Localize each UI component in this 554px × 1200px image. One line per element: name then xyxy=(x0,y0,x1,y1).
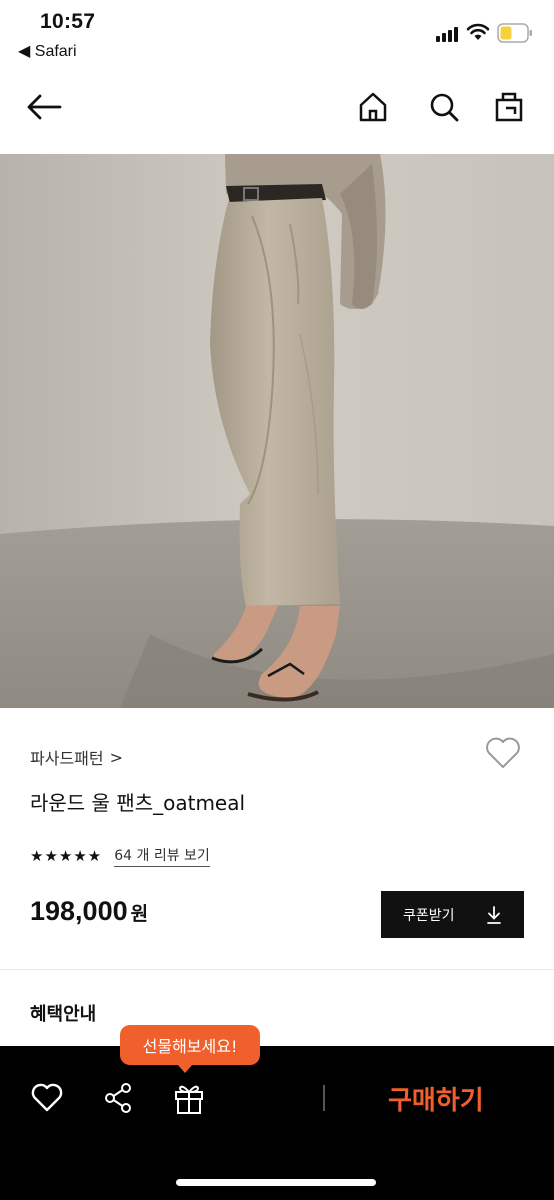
cellular-signal-icon xyxy=(436,26,462,42)
brand-name: 파사드패턴 xyxy=(30,749,104,768)
search-icon[interactable] xyxy=(426,89,462,125)
product-photo xyxy=(0,154,554,708)
heart-outline-icon[interactable] xyxy=(484,736,522,770)
chevron-right-icon: > xyxy=(109,747,124,767)
benefits-section-title: 혜택안내 xyxy=(30,1004,97,1025)
battery-icon xyxy=(497,23,532,43)
gift-icon[interactable] xyxy=(172,1080,206,1116)
home-indicator[interactable] xyxy=(176,1179,376,1186)
home-icon[interactable] xyxy=(355,89,391,125)
status-time: 10:57 xyxy=(40,10,96,33)
status-bar: 10:57 ◀ Safari xyxy=(0,0,554,72)
gift-tooltip[interactable]: 선물해보세요! xyxy=(120,1025,260,1073)
rating-row: ★★★★★ 64 개 리뷰 보기 xyxy=(30,845,210,867)
reviews-link[interactable]: 64 개 리뷰 보기 xyxy=(114,845,210,867)
bottom-bar-divider xyxy=(323,1085,325,1111)
product-title: 라운드 울 팬츠_oatmeal xyxy=(30,791,246,815)
wifi-icon xyxy=(466,23,490,40)
price-unit: 원 xyxy=(130,903,149,925)
back-triangle-icon: ◀ xyxy=(18,43,31,60)
navigation-bar xyxy=(0,72,554,154)
back-arrow-icon[interactable] xyxy=(26,89,62,125)
star-rating-icon: ★★★★★ xyxy=(30,847,103,865)
price-value: 198,000 xyxy=(30,896,128,926)
shopping-bag-icon[interactable] xyxy=(491,89,527,125)
back-to-app-link[interactable]: ◀ Safari xyxy=(18,41,77,61)
share-icon[interactable] xyxy=(101,1080,135,1116)
back-app-label: Safari xyxy=(34,43,77,60)
product-price: 198,000 원 xyxy=(30,896,148,927)
buy-button[interactable]: 구매하기 xyxy=(388,1080,484,1117)
coupon-download-button[interactable]: 쿠폰받기 xyxy=(381,891,524,938)
bottom-action-bar xyxy=(0,1046,554,1200)
product-hero-image[interactable] xyxy=(0,154,554,708)
section-divider xyxy=(0,969,554,970)
brand-link[interactable]: 파사드패턴 > xyxy=(30,745,123,769)
wishlist-heart-icon[interactable] xyxy=(30,1080,64,1116)
download-icon xyxy=(487,905,501,924)
coupon-button-label: 쿠폰받기 xyxy=(403,907,455,924)
